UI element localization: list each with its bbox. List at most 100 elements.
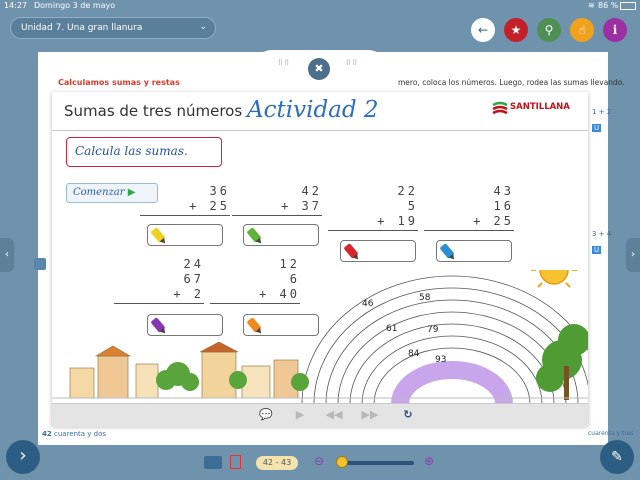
- chevron-right-icon: ›: [631, 249, 635, 260]
- next-page-arrow[interactable]: ›: [626, 238, 640, 272]
- status-battery: 86 %: [598, 1, 619, 10]
- crayon-yellow-icon: [150, 227, 166, 243]
- zoom-out-icon[interactable]: ⊖: [314, 454, 324, 468]
- sum-1-line: [140, 215, 230, 216]
- search-button[interactable]: ⚲: [537, 18, 561, 42]
- rainbow-number-1[interactable]: 46: [362, 299, 373, 309]
- grid-dots-icon: ⠿⠿: [346, 59, 359, 67]
- sum-1: 36 + 25: [140, 184, 230, 219]
- santillana-logo-icon: [492, 100, 508, 115]
- side-label-4: U: [592, 246, 602, 254]
- page-number-value: 42: [42, 430, 52, 438]
- star-icon: ★: [510, 23, 522, 37]
- media-icon[interactable]: [34, 258, 46, 270]
- play-icon: ▶: [127, 187, 136, 198]
- zoom-in-icon[interactable]: ⊕: [424, 454, 434, 468]
- unit-selector[interactable]: Unidad 7. Una gran llanura ⌄: [10, 17, 216, 39]
- wifi-icon: ≋: [588, 1, 595, 10]
- back-button[interactable]: ←: [471, 18, 495, 42]
- rewind-button[interactable]: ◀◀: [324, 408, 344, 422]
- expand-menu-button[interactable]: ›: [6, 440, 40, 474]
- rainbow-number-6[interactable]: 93: [435, 355, 446, 365]
- sum-3-row-2: 5: [407, 199, 418, 213]
- page-number-words: cuarenta y dos: [53, 430, 107, 438]
- hand-button[interactable]: ☝: [570, 18, 594, 42]
- zoom-slider-handle[interactable]: [336, 456, 348, 468]
- edit-button[interactable]: ✎: [600, 440, 634, 474]
- crayon-blue-icon: [439, 243, 455, 259]
- side-label-1: 1 + 2: [592, 108, 612, 116]
- play-button[interactable]: ▶: [290, 408, 310, 422]
- info-button[interactable]: i: [603, 18, 627, 42]
- search-icon: ⚲: [544, 23, 554, 37]
- sum-4-line: [424, 230, 514, 231]
- zoom-slider[interactable]: [338, 461, 414, 465]
- answer-box-4[interactable]: [436, 240, 512, 262]
- side-label-3: 3 + 4: [592, 230, 612, 238]
- sum-3: 22 5 + 19: [328, 184, 418, 234]
- book-page-text: mero, coloca los números. Luego, rodea l…: [398, 78, 625, 87]
- page-number: 42 cuarenta y dos: [42, 430, 106, 438]
- sum-4-row-2: 16: [493, 199, 514, 213]
- rainbow-number-5[interactable]: 84: [408, 349, 419, 359]
- activity-number: Actividad 2: [247, 97, 379, 123]
- santillana-logo: SANTILLANA: [510, 102, 570, 112]
- battery-icon: [620, 2, 636, 10]
- pencil-icon: ✎: [611, 449, 623, 465]
- close-icon: ✖: [314, 62, 324, 75]
- sum-3-row-3: + 19: [377, 214, 418, 228]
- answer-box-1[interactable]: [147, 224, 223, 246]
- rewind-icon: ◀◀: [325, 408, 343, 421]
- chevron-down-icon: ⌄: [199, 22, 207, 32]
- sum-1-row-1: 36: [209, 184, 230, 198]
- arrow-left-icon: ←: [477, 23, 489, 37]
- sum-1-row-2: + 25: [189, 199, 230, 213]
- activity-header: Sumas de tres números Actividad 2 SANTIL…: [52, 92, 588, 131]
- status-time: 14:27: [4, 1, 28, 10]
- book-page-title: Calculamos sumas y restas: [58, 78, 180, 87]
- forward-button[interactable]: ▶▶: [360, 408, 380, 422]
- speech-bubble-icon: 💬: [259, 408, 273, 421]
- sum-2-row-2: + 37: [281, 199, 322, 213]
- answer-box-3[interactable]: [340, 240, 416, 262]
- sum-4-row-1: 43: [493, 184, 514, 198]
- info-icon: i: [612, 23, 618, 37]
- sum-3-row-1: 22: [397, 184, 418, 198]
- sum-2: 42 + 37: [232, 184, 322, 219]
- double-page-icon[interactable]: [204, 456, 222, 469]
- sum-3-line: [328, 230, 418, 231]
- activity-control-bar: 💬 ▶ ◀◀ ▶▶ ↻: [52, 403, 588, 427]
- feedback-button[interactable]: 💬: [256, 408, 276, 422]
- rainbow-illustration: [52, 270, 588, 404]
- grid-dots-icon: ⠿⠿: [278, 59, 291, 67]
- sum-2-row-1: 42: [301, 184, 322, 198]
- sum-4: 43 16 + 25: [424, 184, 514, 234]
- favorite-button[interactable]: ★: [504, 18, 528, 42]
- play-icon: ▶: [295, 408, 305, 421]
- rainbow-number-3[interactable]: 61: [386, 324, 397, 334]
- crayon-red-icon: [343, 243, 359, 259]
- page-indicator[interactable]: 42 - 43: [256, 456, 298, 470]
- instruction-box: Calcula las sumas.: [66, 137, 222, 167]
- crayon-green-icon: [246, 227, 262, 243]
- reset-button[interactable]: ↻: [398, 408, 418, 422]
- hand-icon: ☝: [578, 23, 586, 37]
- rainbow-number-4[interactable]: 79: [427, 325, 438, 335]
- activity-title: Sumas de tres números: [64, 102, 243, 120]
- close-button[interactable]: ✖: [308, 58, 330, 80]
- answer-box-2[interactable]: [243, 224, 319, 246]
- pdf-icon[interactable]: [230, 455, 241, 469]
- start-button-label: Comenzar: [73, 187, 125, 198]
- activity-card: Sumas de tres números Actividad 2 SANTIL…: [52, 92, 588, 427]
- rainbow-number-2[interactable]: 58: [419, 293, 430, 303]
- unit-title: Unidad 7. Una gran llanura: [21, 23, 143, 33]
- prev-page-arrow[interactable]: ‹: [0, 238, 14, 272]
- chevron-left-icon: ‹: [5, 249, 9, 260]
- side-label-2: U: [592, 124, 602, 132]
- sum-4-row-3: + 25: [473, 214, 514, 228]
- status-bar: 14:27 Domingo 3 de mayo ≋ 86 %: [0, 0, 640, 12]
- sum-2-line: [232, 215, 322, 216]
- chevron-right-icon: ›: [19, 445, 27, 466]
- page-footer-right: cuarenta y tres: [588, 430, 634, 437]
- refresh-icon: ↻: [403, 408, 413, 421]
